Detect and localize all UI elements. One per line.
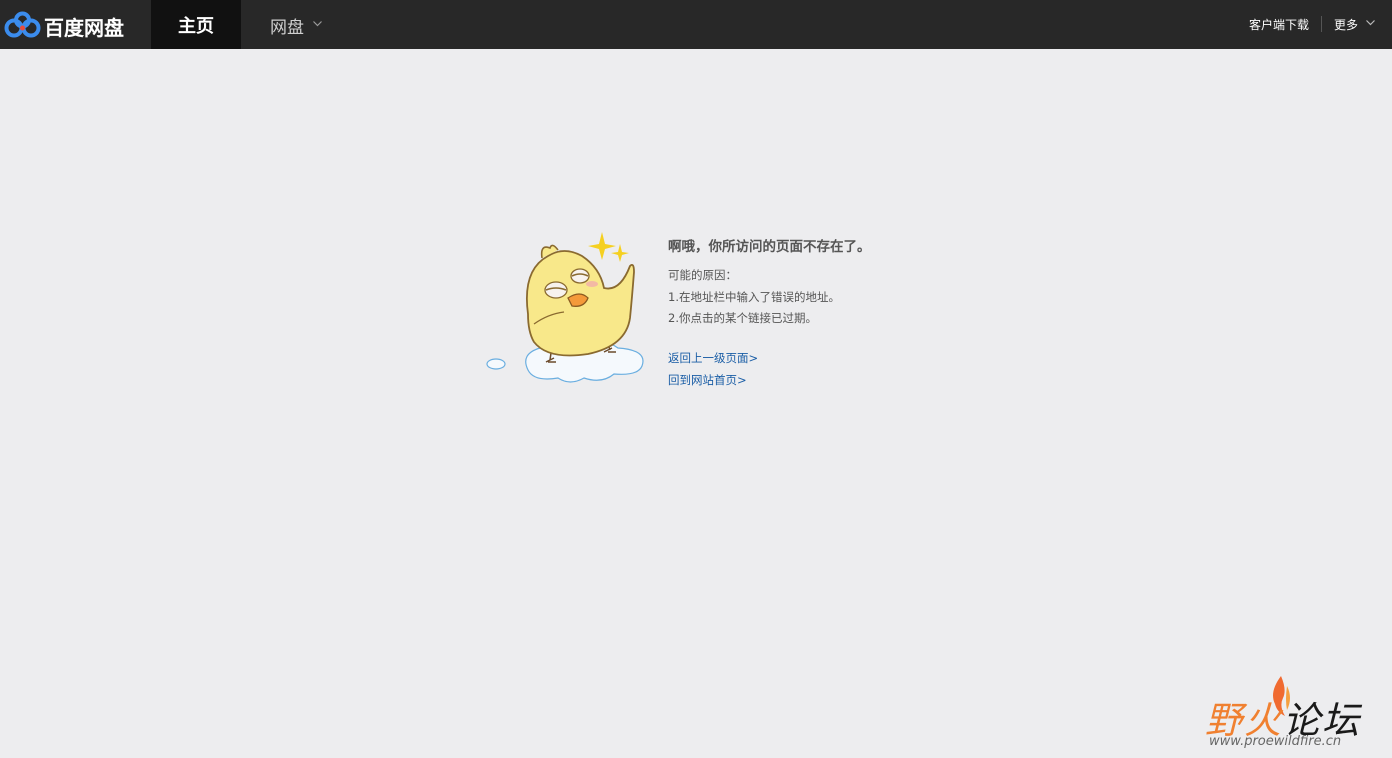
- nav-tab-home[interactable]: 主页: [151, 0, 241, 49]
- top-navigation-bar: 百度网盘 主页 网盘 客户端下载 更多: [0, 0, 1392, 49]
- back-to-homepage-link[interactable]: 回到网站首页>: [668, 372, 747, 388]
- reasons-heading: 可能的原因：: [668, 268, 737, 282]
- client-download-link[interactable]: 客户端下载: [1249, 16, 1309, 33]
- more-menu-button[interactable]: 更多: [1334, 16, 1358, 33]
- baidu-pan-logo[interactable]: 百度网盘: [0, 0, 151, 49]
- more-chevron-down-icon: [1366, 20, 1375, 26]
- confused-chick-illustration: [486, 232, 644, 383]
- error-title: 啊哦，你所访问的页面不存在了。: [668, 239, 871, 255]
- watermark-url: www.proewildfire.cn: [1209, 734, 1342, 749]
- forum-watermark: 野火论坛 www.proewildfire.cn: [1205, 676, 1385, 752]
- reason-item: 1.在地址栏中输入了错误的地址。: [668, 290, 840, 304]
- logo-text: 百度网盘: [44, 16, 124, 40]
- nav-tab-home-label: 主页: [178, 15, 214, 37]
- nav-tab-pan-label: 网盘: [270, 18, 304, 38]
- header-divider: [1321, 16, 1322, 32]
- reason-item: 2.你点击的某个链接已过期。: [668, 311, 817, 325]
- cloud-logo-icon: [4, 11, 41, 38]
- back-to-previous-page-link[interactable]: 返回上一级页面>: [668, 350, 758, 366]
- chevron-down-icon: [313, 21, 322, 27]
- nav-tab-pan[interactable]: 网盘: [242, 0, 352, 49]
